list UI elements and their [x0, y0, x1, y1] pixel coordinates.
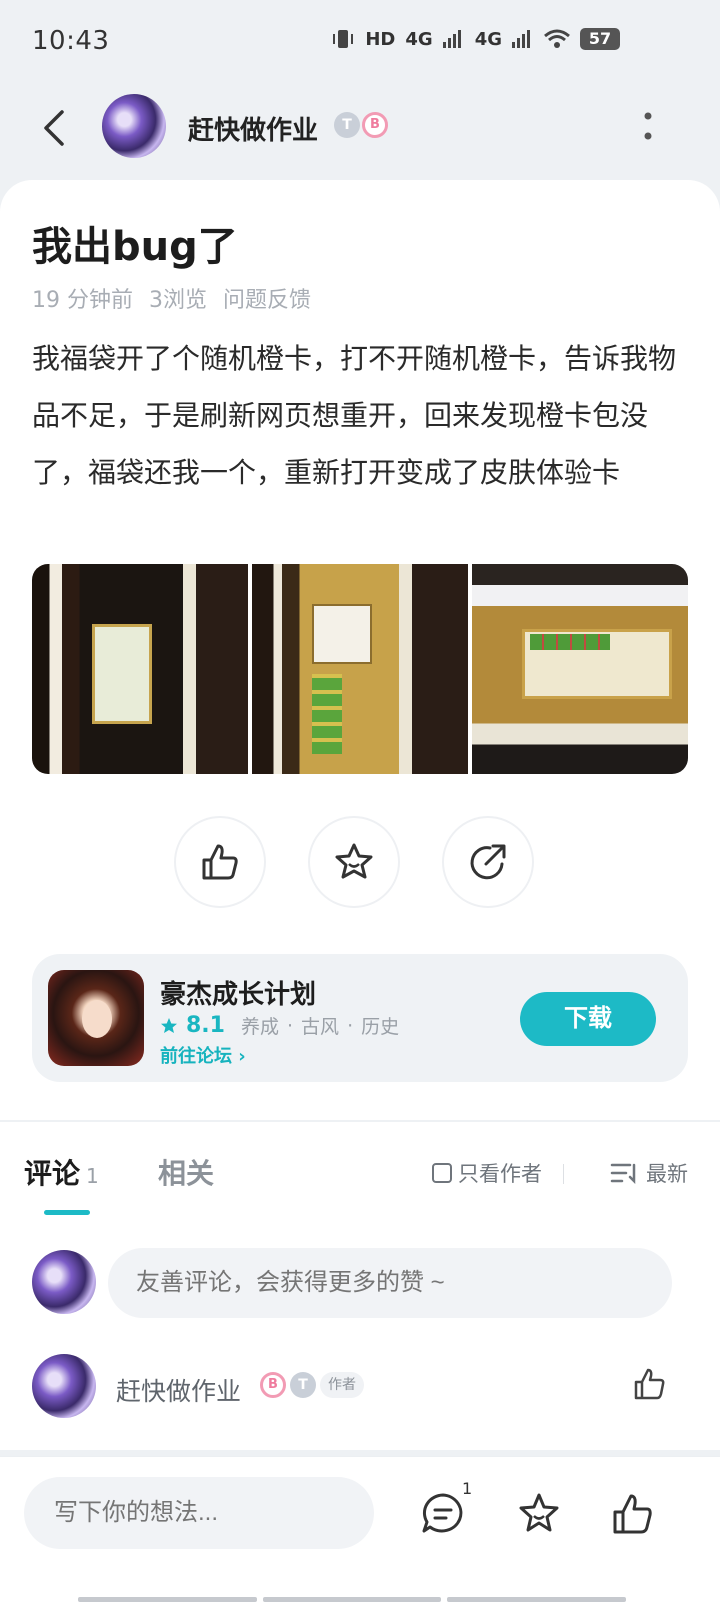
post-body: 我福袋开了个随机橙卡，打不开随机橙卡，告诉我物品不足，于是刷新网页想重开，回来发…	[32, 342, 677, 489]
post-image-2[interactable]	[252, 564, 468, 774]
commenter-name[interactable]: 赶快做作业	[116, 1372, 241, 1408]
comment-input[interactable]	[108, 1248, 672, 1318]
download-button[interactable]: 下载	[520, 992, 656, 1046]
tab-comments-count: 1	[86, 1164, 99, 1188]
only-author-toggle[interactable]: 只看作者	[432, 1158, 542, 1188]
post-meta: 19 分钟前 3浏览 问题反馈	[32, 282, 311, 314]
tab-related[interactable]: 相关	[158, 1152, 214, 1192]
thumbs-up-icon	[202, 844, 238, 880]
post-views: 3浏览	[149, 288, 207, 313]
wifi-icon	[544, 29, 570, 48]
comment-count: 1	[462, 1479, 473, 1498]
signal-bars-icon	[442, 30, 461, 48]
bottom-bar: 1	[0, 1456, 720, 1605]
active-tab-indicator	[44, 1210, 90, 1215]
game-stats: 8.1 养成 · 古风 · 历史	[160, 1012, 399, 1039]
star-icon	[335, 843, 373, 879]
comment-thumbs-up-icon[interactable]	[632, 1366, 668, 1402]
post-images	[32, 564, 688, 774]
author-name[interactable]: 赶快做作业	[188, 110, 318, 147]
post-header: 赶快做作业 T B	[0, 80, 720, 180]
level-badge-icon: T	[334, 112, 360, 138]
thought-input[interactable]	[24, 1477, 374, 1549]
only-author-label: 只看作者	[458, 1162, 542, 1186]
sort-icon	[610, 1163, 636, 1184]
tab-comments-label: 评论	[24, 1157, 81, 1190]
favorite-button[interactable]	[308, 816, 400, 908]
post-actions	[174, 816, 534, 908]
like-button[interactable]	[174, 816, 266, 908]
comments-section: 评论1 相关 只看作者 最新 赶快做作业 B T 作者	[0, 1122, 720, 1450]
share-icon	[470, 844, 506, 880]
comment-icon[interactable]	[420, 1491, 466, 1537]
game-tag: 古风	[301, 1016, 340, 1038]
like-thumbs-up-icon[interactable]	[610, 1491, 656, 1537]
back-arrow-icon[interactable]	[36, 106, 76, 150]
status-icons: HD 4G 4G 57	[331, 28, 620, 50]
post-image-3[interactable]	[472, 564, 688, 774]
game-card[interactable]: 豪杰成长计划 8.1 养成 · 古风 · 历史 前往论坛 › 下载	[32, 954, 688, 1082]
chevron-right-icon: ›	[238, 1046, 246, 1067]
battery-icon: 57	[580, 28, 620, 50]
commenter-badges: B T 作者	[260, 1372, 364, 1398]
b-badge-icon: B	[260, 1372, 286, 1398]
tag-separator: ·	[287, 1014, 294, 1037]
author-tag: 作者	[320, 1372, 364, 1398]
signal-icon-1: 4G	[405, 28, 433, 50]
hd-icon: HD	[365, 28, 396, 50]
author-badges: T B	[334, 112, 388, 138]
post-category[interactable]: 问题反馈	[223, 282, 311, 314]
favorite-star-icon[interactable]	[516, 1491, 562, 1537]
filter-divider	[563, 1164, 564, 1184]
signal-bars-icon-2	[512, 30, 530, 48]
tab-comments[interactable]: 评论 1	[24, 1152, 99, 1192]
game-name[interactable]: 豪杰成长计划	[160, 974, 316, 1011]
rating-star-icon	[161, 1017, 177, 1033]
my-avatar	[32, 1250, 96, 1314]
post-image-1[interactable]	[32, 564, 248, 774]
forum-link[interactable]: 前往论坛 ›	[160, 1042, 246, 1068]
tag-separator: ·	[347, 1014, 354, 1037]
post-title: 我出bug了	[32, 224, 238, 270]
sort-label: 最新	[646, 1162, 688, 1186]
commenter-avatar[interactable]	[32, 1354, 96, 1418]
author-avatar[interactable]	[102, 94, 166, 158]
vibrate-icon	[333, 30, 354, 48]
b-badge-icon: B	[362, 112, 388, 138]
level-badge-icon: T	[290, 1372, 316, 1398]
game-rating: 8.1	[186, 1013, 225, 1038]
share-button[interactable]	[442, 816, 534, 908]
forum-link-label: 前往论坛	[160, 1046, 232, 1067]
game-tag: 历史	[361, 1016, 400, 1038]
status-bar: 10:43 HD 4G 4G 57	[0, 0, 720, 80]
signal-icon-2: 4G	[474, 28, 502, 50]
home-indicator	[78, 1597, 627, 1602]
more-options-icon[interactable]	[642, 110, 654, 146]
checkbox-icon[interactable]	[432, 1163, 452, 1183]
sort-toggle[interactable]: 最新	[610, 1158, 688, 1188]
game-tag: 养成	[240, 1016, 279, 1038]
game-icon[interactable]	[48, 970, 144, 1066]
status-time: 10:43	[32, 26, 110, 56]
post-card: 我出bug了 19 分钟前 3浏览 问题反馈 我福袋开了个随机橙卡，打不开随机橙…	[0, 180, 720, 1120]
post-time: 19 分钟前	[32, 288, 133, 313]
